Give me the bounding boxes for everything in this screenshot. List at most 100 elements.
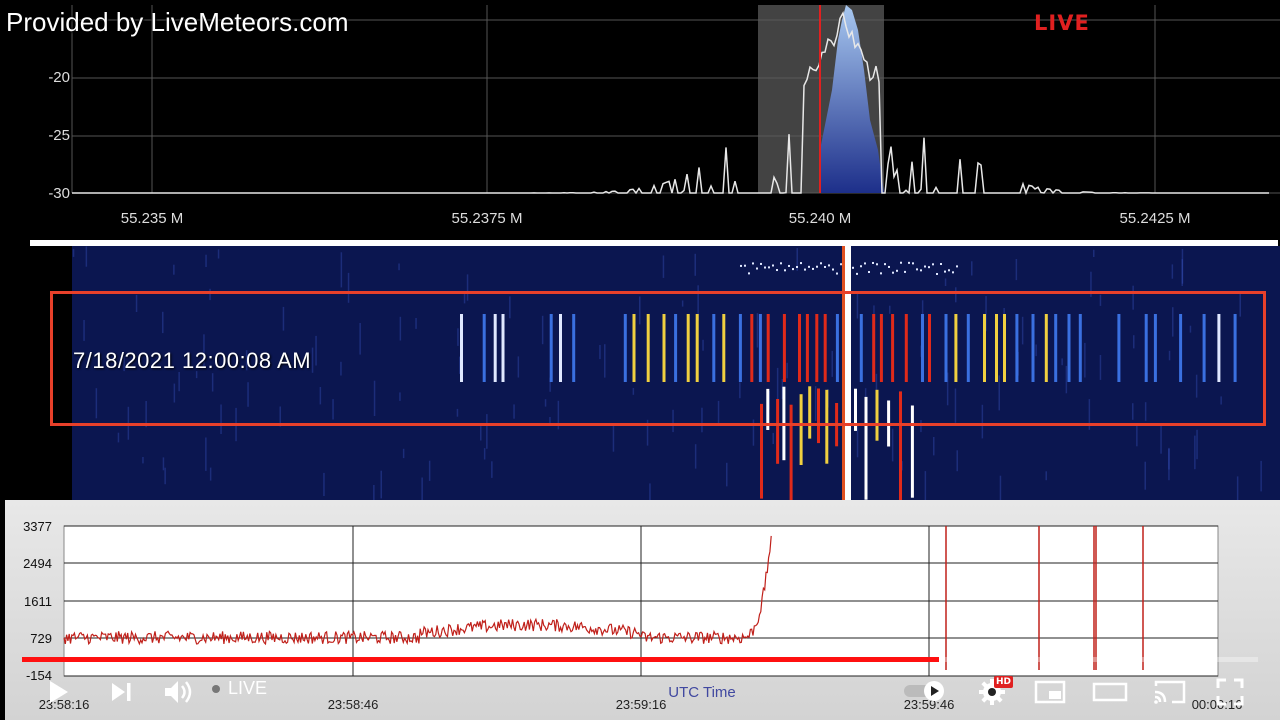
skip-next-icon [112, 683, 131, 701]
waterfall-streak [936, 272, 938, 275]
waterfall-streak [1171, 264, 1174, 279]
waterfall-streak [480, 426, 482, 441]
cast-button[interactable] [1150, 674, 1190, 710]
miniplayer-icon [1034, 680, 1066, 704]
waterfall-streak [421, 477, 423, 500]
waterfall-streak [752, 262, 754, 265]
waterfall-streak [205, 437, 207, 471]
waterfall-streak [856, 424, 859, 458]
waterfall-streak [205, 254, 207, 267]
autoplay-toggle[interactable] [903, 680, 945, 702]
waterfall-streak [828, 264, 830, 267]
waterfall-streak [1236, 476, 1239, 500]
play-button[interactable] [40, 674, 76, 710]
waterfall-streak [217, 249, 220, 259]
waterfall-streak [760, 262, 762, 265]
spectrum-trace [72, 11, 1269, 196]
waterfall-streak [944, 278, 947, 286]
x-tick-label: 23:59:16 [615, 697, 667, 712]
waterfall-streak [956, 265, 958, 268]
waterfall-streak [1045, 471, 1047, 481]
y-tick-label: 3377 [23, 519, 52, 534]
y-tick-label: 729 [30, 631, 52, 646]
waterfall-streak [373, 485, 375, 500]
waterfall-streak [1136, 424, 1138, 447]
volume-button[interactable] [160, 674, 198, 710]
fullscreen-button[interactable] [1212, 674, 1248, 710]
waterfall-streak [780, 262, 782, 265]
waterfall-streak [1196, 429, 1198, 460]
waterfall-streak [824, 265, 826, 268]
cast-icon [1154, 680, 1186, 704]
waterfall-streak [694, 444, 697, 469]
waterfall-streak [1260, 460, 1262, 492]
theater-mode-button[interactable] [1090, 674, 1130, 710]
timestamp-overlay: 7/18/2021 12:00:08 AM [73, 348, 312, 373]
waterfall-streak [772, 432, 774, 444]
volume-icon [165, 681, 192, 703]
waterfall-streak [944, 270, 946, 273]
live-button[interactable]: LIVE [212, 678, 267, 699]
miniplayer-button[interactable] [1032, 674, 1068, 710]
waterfall-streak [820, 262, 822, 265]
play-icon [50, 681, 68, 703]
frequency-tick-label: 55.235 M [120, 210, 184, 227]
waterfall-streak [832, 268, 834, 271]
db-tick-label: -25 [48, 127, 70, 144]
waterfall-streak [876, 263, 878, 266]
waterfall-streak [884, 263, 886, 266]
waterfall-streak [768, 266, 770, 269]
db-tick-label: -20 [48, 69, 70, 86]
waterfall-streak [1181, 259, 1183, 286]
waterfall-streak [72, 248, 75, 257]
waterfall-streak [402, 448, 405, 459]
provider-credit: Provided by LiveMeteors.com [6, 7, 349, 37]
waterfall-streak [896, 269, 898, 272]
waterfall-streak [209, 467, 212, 481]
waterfall-streak [912, 262, 914, 265]
waterfall-streak [744, 264, 746, 267]
waterfall-streak [916, 268, 918, 271]
waterfall-streak [142, 457, 144, 464]
waterfall-streak [800, 262, 802, 265]
progress-played[interactable] [22, 657, 940, 662]
waterfall-streak [380, 470, 382, 499]
waterfall-streak [85, 246, 88, 267]
waterfall-streak [920, 269, 922, 272]
db-tick-label: -30 [48, 185, 70, 202]
waterfall-streak [808, 265, 810, 268]
autoplay-toggle-icon [904, 681, 944, 701]
waterfall-streak [872, 261, 874, 264]
spectrum-display: Provided by LiveMeteors.com LIVE -20 -25… [0, 0, 1280, 240]
waterfall-streak [398, 263, 400, 271]
waterfall-streak [1194, 435, 1196, 470]
frequency-tick-label: 55.240 M [788, 210, 852, 227]
waterfall-streak [649, 483, 651, 500]
waterfall-streak [924, 471, 927, 500]
waterfall-streak [792, 268, 794, 271]
waterfall-streak [948, 269, 950, 272]
waterfall-streak [483, 448, 486, 460]
waterfall-streak [933, 437, 935, 456]
waterfall-streak [164, 467, 166, 485]
waterfall-streak [940, 263, 942, 266]
waterfall-streak [932, 263, 934, 266]
waterfall-streak [662, 255, 665, 278]
waterfall-streak [748, 272, 750, 275]
waterfall-streak [924, 265, 926, 268]
live-dot-icon [212, 684, 220, 693]
live-indicator: LIVE [1034, 11, 1090, 35]
waterfall-streak [1144, 461, 1146, 490]
next-button[interactable] [104, 674, 138, 710]
waterfall-streak [776, 269, 778, 272]
waterfall-streak [840, 263, 842, 266]
waterfall-streak [764, 266, 766, 269]
waterfall-streak [796, 265, 798, 268]
waterfall-streak [1168, 448, 1170, 470]
x-axis-label: UTC Time [668, 684, 736, 701]
waterfall-streak [1015, 259, 1018, 281]
waterfall-streak [612, 425, 615, 452]
waterfall-streak [428, 460, 431, 481]
waterfall-streak [892, 271, 894, 274]
hd-badge: HD [994, 676, 1014, 688]
